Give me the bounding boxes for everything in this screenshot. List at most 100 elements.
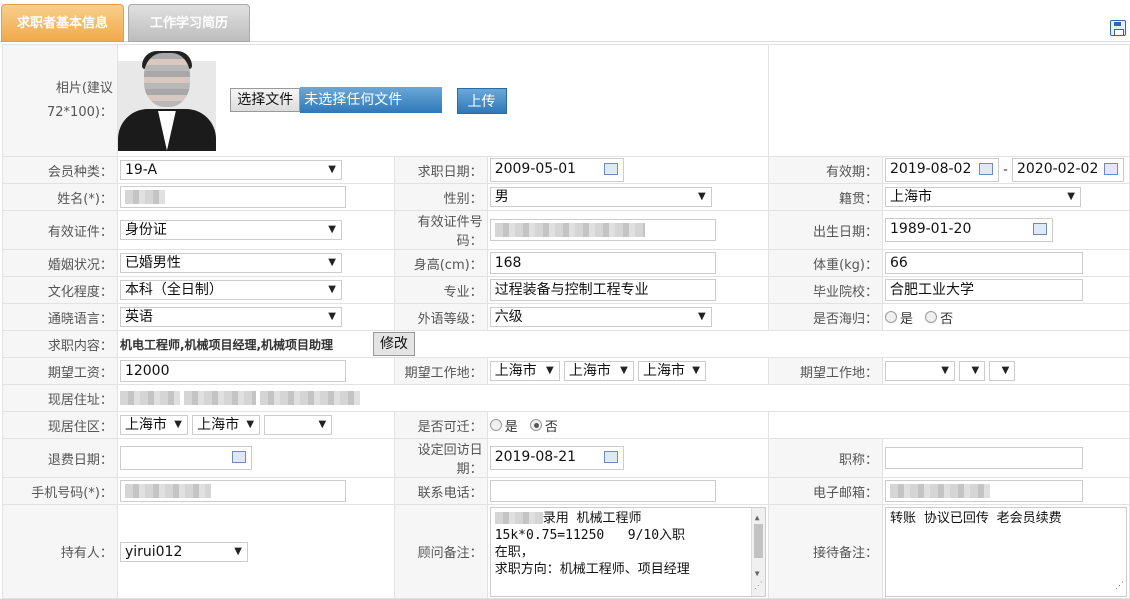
title-input[interactable]: [885, 447, 1083, 469]
advisor-note-label: 顾问备注：: [393, 504, 488, 599]
job-seeker-form: 相片(建议 72*100)： 选择文件 未选择任何文件 上传 会员种类： 19-A ▼…: [2, 44, 1130, 599]
overseas-label: 是否海归：: [767, 303, 884, 331]
refund-date-input[interactable]: [119, 446, 252, 470]
birth-date-input[interactable]: 1989-01-20: [885, 218, 1053, 242]
reception-note-label: 接待备注：: [767, 504, 884, 599]
refund-date-label: 退费日期：: [2, 438, 118, 478]
tab-resume[interactable]: 工作学习简历: [128, 4, 250, 42]
holder-label: 持有人：: [2, 504, 118, 599]
education-select[interactable]: 本科（全日制） ▼: [119, 280, 342, 300]
height-input[interactable]: 168: [489, 252, 716, 274]
revisit-date-label: 设定回访日期：: [393, 438, 488, 478]
weight-label: 体重(kg)：: [767, 249, 884, 277]
education-label: 文化程度：: [2, 276, 118, 304]
relocate-no-radio[interactable]: [529, 419, 542, 431]
valid-from-input[interactable]: 2019-08-02: [885, 158, 999, 182]
language-label: 通晓语言：: [2, 303, 118, 331]
file-picker[interactable]: 选择文件 未选择任何文件: [230, 86, 443, 115]
calendar-icon: [1033, 223, 1047, 235]
height-label: 身高(cm)：: [393, 249, 488, 277]
weight-input[interactable]: 66: [885, 252, 1083, 274]
salary-input[interactable]: 12000: [119, 360, 346, 382]
work-place-2-province-select[interactable]: ▼: [885, 361, 955, 381]
major-input[interactable]: 过程装备与控制工程专业: [489, 279, 716, 301]
empty-cell: [767, 44, 1130, 157]
email-label: 电子邮箱：: [767, 477, 884, 505]
district-city-select[interactable]: 上海市 ▼: [192, 415, 261, 435]
file-status: 未选择任何文件: [300, 86, 443, 113]
work-place-city-select[interactable]: 上海市 ▼: [563, 361, 634, 381]
calendar-icon: [231, 451, 246, 463]
work-place-district-select[interactable]: 上海市 ▼: [637, 361, 706, 381]
work-place-province-select[interactable]: 上海市 ▼: [489, 361, 560, 381]
tab-basic-info[interactable]: 求职者基本信息: [1, 4, 124, 42]
valid-to-input[interactable]: 2020-02-02: [1011, 158, 1124, 182]
job-content-label: 求职内容：: [2, 330, 118, 358]
native-place-select[interactable]: 上海市 ▼: [885, 187, 1081, 207]
work-place-2-district-select[interactable]: ▼: [989, 361, 1016, 381]
phone-label: 联系电话：: [393, 477, 488, 505]
district-area-select[interactable]: ▼: [264, 415, 333, 435]
modify-button[interactable]: 修改: [372, 332, 415, 356]
advisor-note-textarea[interactable]: 录用 机械工程师 15k*0.75=11250 9/10入职 在职， 求职方向：…: [489, 506, 766, 597]
avatar: [117, 50, 216, 151]
save-icon[interactable]: [1110, 20, 1126, 36]
job-content-value: 机电工程师,机械项目经理,机械项目助理: [119, 337, 334, 352]
marital-select[interactable]: 已婚男性 ▼: [119, 253, 342, 273]
phone-input[interactable]: [489, 480, 716, 502]
revisit-date-input[interactable]: 2019-08-21: [489, 446, 624, 470]
member-type-label: 会员种类：: [2, 156, 118, 184]
choose-file-button[interactable]: 选择文件: [230, 87, 301, 112]
calendar-icon: [979, 163, 993, 175]
date-separator: -: [1003, 162, 1008, 178]
district-label: 现居住区：: [2, 411, 118, 439]
resize-grip-icon: ⋰: [1115, 580, 1124, 591]
salary-label: 期望工资：: [2, 357, 118, 385]
language-select[interactable]: 英语 ▼: [119, 307, 342, 327]
mobile-input[interactable]: [119, 480, 346, 502]
id-number-label: 有效证件号码：: [393, 210, 488, 250]
tab-bar: 求职者基本信息 工作学习简历: [0, 0, 1130, 42]
id-type-select[interactable]: 身份证 ▼: [119, 220, 342, 240]
work-place-2-city-select[interactable]: ▼: [959, 361, 986, 381]
resize-grip-icon: ⋰: [753, 580, 763, 591]
gender-label: 性别：: [393, 183, 488, 211]
school-input[interactable]: 合肥工业大学: [885, 279, 1083, 301]
calendar-icon: [1103, 163, 1118, 175]
holder-select[interactable]: yirui012 ▼: [119, 541, 248, 562]
mobile-label: 手机号码(*)：: [2, 477, 118, 505]
apply-date-label: 求职日期：: [393, 156, 488, 184]
language-level-label: 外语等级：: [393, 303, 488, 331]
marital-label: 婚姻状况：: [2, 249, 118, 277]
major-label: 专业：: [393, 276, 488, 304]
reception-note-textarea[interactable]: 转账 协议已回传 老会员续费 ⋰: [885, 506, 1127, 597]
calendar-icon: [603, 451, 618, 463]
name-label: 姓名(*)：: [2, 183, 118, 211]
relocate-label: 是否可迁：: [393, 411, 488, 439]
member-type-select[interactable]: 19-A ▼: [119, 160, 342, 180]
title-label: 职称：: [767, 438, 884, 478]
work-place-2-label: 期望工作地：: [767, 357, 884, 385]
apply-date-input[interactable]: 2009-05-01: [489, 158, 624, 182]
overseas-no-radio[interactable]: [925, 311, 938, 323]
photo-label: 相片(建议 72*100)：: [2, 44, 118, 157]
school-label: 毕业院校：: [767, 276, 884, 304]
calendar-icon: [603, 163, 618, 175]
gender-select[interactable]: 男 ▼: [489, 187, 712, 207]
valid-period-label: 有效期：: [767, 156, 884, 184]
language-level-select[interactable]: 六级 ▼: [489, 307, 712, 327]
id-type-label: 有效证件：: [2, 210, 118, 250]
overseas-yes-radio[interactable]: [885, 311, 897, 323]
relocate-yes-radio[interactable]: [489, 419, 502, 431]
address-label: 现居住址：: [2, 384, 118, 412]
birth-date-label: 出生日期：: [767, 210, 884, 250]
name-input[interactable]: [119, 186, 346, 208]
email-input[interactable]: [885, 480, 1083, 502]
district-province-select[interactable]: 上海市 ▼: [119, 415, 188, 435]
native-place-label: 籍贯：: [767, 183, 884, 211]
photo-cell: 选择文件 未选择任何文件 上传: [116, 44, 769, 157]
id-number-input[interactable]: [489, 219, 716, 241]
address-value: [119, 391, 180, 405]
work-place-label: 期望工作地：: [393, 357, 488, 385]
upload-button[interactable]: 上传: [456, 87, 507, 114]
